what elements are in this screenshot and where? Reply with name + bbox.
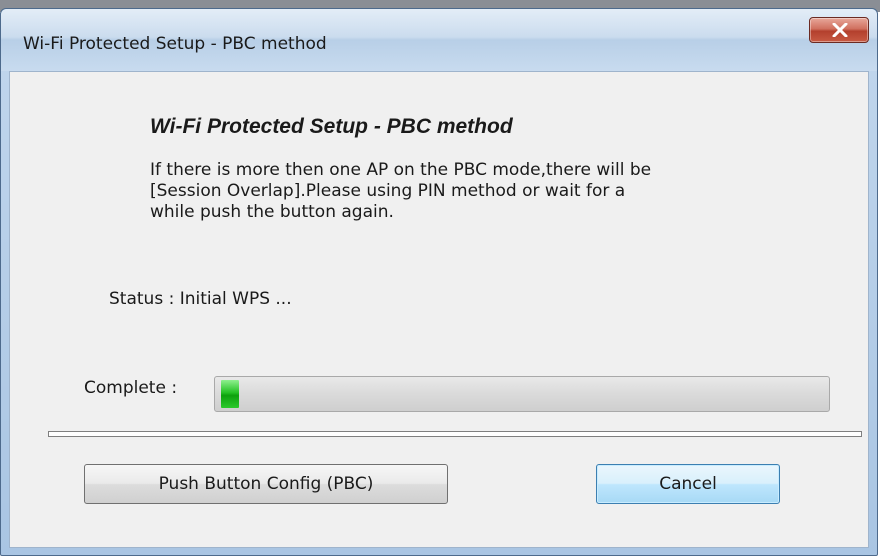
description-text: If there is more then one AP on the PBC …: [150, 160, 810, 223]
cancel-button[interactable]: Cancel: [596, 464, 780, 504]
description-line: If there is more then one AP on the PBC …: [150, 160, 652, 180]
separator: [48, 431, 862, 437]
progress-bar: [214, 376, 830, 412]
window-title: Wi-Fi Protected Setup - PBC method: [23, 34, 327, 54]
complete-label: Complete :: [84, 378, 178, 398]
push-button-config-button[interactable]: Push Button Config (PBC): [84, 464, 448, 504]
progress-bar-fill: [221, 380, 239, 408]
close-x-icon: [832, 23, 848, 37]
dialog-heading: Wi-Fi Protected Setup - PBC method: [150, 115, 513, 138]
description-line: [Session Overlap].Please using PIN metho…: [150, 181, 626, 201]
dialog-client-area: Wi-Fi Protected Setup - PBC method If th…: [9, 71, 869, 548]
close-button[interactable]: [809, 17, 869, 43]
title-bar[interactable]: Wi-Fi Protected Setup - PBC method: [1, 9, 877, 71]
description-line: while push the button again.: [150, 202, 394, 222]
screen: Wi-Fi Protected Setup - PBC method Wi-Fi…: [0, 0, 880, 558]
status-text: Status : Initial WPS ...: [109, 289, 292, 309]
dialog-window: Wi-Fi Protected Setup - PBC method Wi-Fi…: [0, 8, 878, 556]
